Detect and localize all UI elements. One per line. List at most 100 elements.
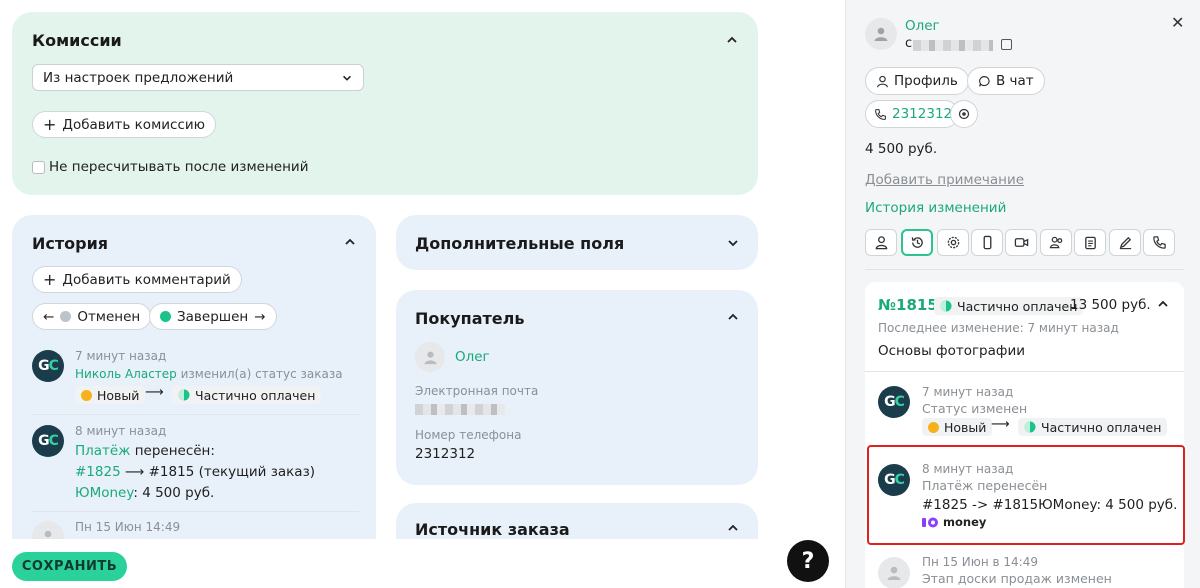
add-note-link[interactable]: Добавить примечание: [865, 172, 1024, 188]
order-link[interactable]: #1825: [75, 464, 121, 480]
avatar: GC: [32, 425, 64, 457]
copy-icon[interactable]: [1001, 39, 1012, 50]
tab-users[interactable]: [1040, 229, 1072, 256]
status-badge: Новый: [922, 418, 993, 436]
chevron-down-icon[interactable]: [726, 236, 740, 250]
change-history-link[interactable]: История изменений: [865, 200, 1006, 216]
filter-next-completed[interactable]: Завершен →: [149, 303, 277, 330]
status-dot: [160, 311, 171, 322]
gear-icon: [947, 236, 959, 249]
arrow-right-icon: →: [254, 308, 266, 325]
chevron-up-icon[interactable]: [1156, 297, 1170, 311]
pen-icon: [1119, 236, 1131, 250]
user-id-redacted: [913, 40, 993, 51]
order-number-link[interactable]: №1815: [878, 296, 938, 314]
tab-settings[interactable]: [937, 229, 969, 256]
tab-clipboard[interactable]: [1074, 229, 1106, 256]
target-icon: [958, 108, 970, 120]
profile-label: Профиль: [894, 73, 958, 89]
buyer-card: Покупатель Олег Электронная почта Номер …: [396, 290, 758, 485]
status-badge: Частично оплачен: [1018, 418, 1168, 436]
product-name: Основы фотографии: [878, 343, 1025, 359]
chevron-down-icon: [343, 75, 351, 81]
order-status-badge: Частично оплачен: [934, 297, 1084, 315]
main-area: Комиссии Из настроек предложений + Добав…: [0, 0, 845, 588]
phone-label: Номер телефона: [415, 428, 522, 442]
status-dot: [60, 311, 72, 322]
plus-icon: +: [43, 115, 57, 134]
chat-button[interactable]: В чат: [967, 67, 1045, 95]
filter-prev-cancelled[interactable]: ← Отменен: [32, 303, 152, 330]
arrow-left-icon: ←: [43, 308, 55, 325]
partial-status-icon: [1024, 421, 1036, 433]
divider: [32, 511, 359, 512]
chevron-up-icon[interactable]: [726, 310, 740, 324]
extra-fields-card[interactable]: Дополнительные поля: [396, 215, 758, 270]
tab-phone[interactable]: [1143, 229, 1175, 256]
history-card: История + Добавить комментарий ← Отменен…: [12, 215, 376, 575]
plus-icon: +: [43, 270, 57, 289]
entry-line: Николь Аластер изменил(а) статус заказа: [75, 367, 343, 381]
user-icon: [875, 236, 887, 250]
tab-edit[interactable]: [1109, 229, 1141, 256]
add-commission-label: Добавить комиссию: [62, 116, 206, 133]
last-change: Последнее изменение: 7 минут назад: [878, 321, 1119, 335]
add-commission-button[interactable]: + Добавить комиссию: [32, 111, 217, 138]
chevron-up-icon[interactable]: [725, 33, 739, 47]
users-icon: [1049, 236, 1062, 249]
no-recalc-checkbox[interactable]: [32, 161, 45, 174]
event-time: Пн 15 Июн в 14:49: [922, 555, 1038, 569]
avatar: [878, 557, 910, 588]
help-button[interactable]: ?: [787, 540, 829, 582]
amount: 4 500 руб.: [865, 141, 938, 157]
order-source-title: Источник заказа: [415, 520, 570, 539]
extra-fields-title: Дополнительные поля: [415, 234, 625, 253]
divider: [865, 269, 1184, 270]
user-icon: [877, 75, 888, 87]
arrow-icon: ⟶: [145, 385, 164, 400]
video-icon: [1014, 238, 1028, 247]
add-comment-label: Добавить комментарий: [62, 271, 231, 288]
divider: [32, 414, 359, 415]
avatar: GC: [32, 350, 64, 382]
person-icon: [423, 351, 437, 364]
payment-link[interactable]: Платёж: [75, 443, 130, 459]
chat-icon: [979, 75, 990, 87]
user-name-link[interactable]: Олег: [905, 18, 940, 34]
event-title: Этап доски продаж изменен: [922, 571, 1112, 586]
phone-button[interactable]: 2312312: [865, 100, 960, 128]
status-dot: [81, 389, 92, 401]
avatar: [865, 18, 897, 50]
buyer-name-link[interactable]: Олег: [455, 349, 490, 365]
status-badge: Новый: [75, 386, 146, 404]
entry-time: 7 минут назад: [75, 349, 167, 363]
phone-link[interactable]: 2312312: [892, 106, 952, 122]
tab-mobile[interactable]: [971, 229, 1003, 256]
phone-icon: [1152, 236, 1166, 249]
commission-select[interactable]: Из настроек предложений: [32, 64, 364, 91]
chevron-up-icon[interactable]: [343, 235, 357, 249]
yoomoney-link[interactable]: ЮMoney: [75, 485, 133, 501]
commissions-card: Комиссии Из настроек предложений + Добав…: [12, 12, 758, 195]
status-dot: [928, 421, 939, 433]
tab-user[interactable]: [865, 229, 897, 256]
chat-label: В чат: [996, 73, 1034, 89]
tab-history[interactable]: [901, 229, 933, 256]
divider: [865, 371, 1184, 372]
email-value-redacted: [415, 404, 505, 415]
author-link[interactable]: Николь Аластер: [75, 367, 177, 381]
target-button[interactable]: [950, 100, 978, 128]
close-icon[interactable]: ✕: [1171, 13, 1184, 32]
tab-video[interactable]: [1005, 229, 1037, 256]
event-time: 7 минут назад: [922, 385, 1014, 399]
profile-button[interactable]: Профиль: [865, 67, 969, 95]
phone-value: 2312312: [415, 446, 476, 462]
save-button[interactable]: СОХРАНИТЬ: [12, 552, 127, 581]
partial-status-icon: [178, 389, 190, 401]
phone-icon: [875, 108, 886, 120]
entry-time: Пн 15 Июн 14:49: [75, 520, 181, 534]
chevron-up-icon[interactable]: [726, 521, 740, 535]
entry-time: 8 минут назад: [75, 424, 167, 438]
add-comment-button[interactable]: + Добавить комментарий: [32, 266, 242, 293]
mobile-icon: [983, 235, 991, 250]
